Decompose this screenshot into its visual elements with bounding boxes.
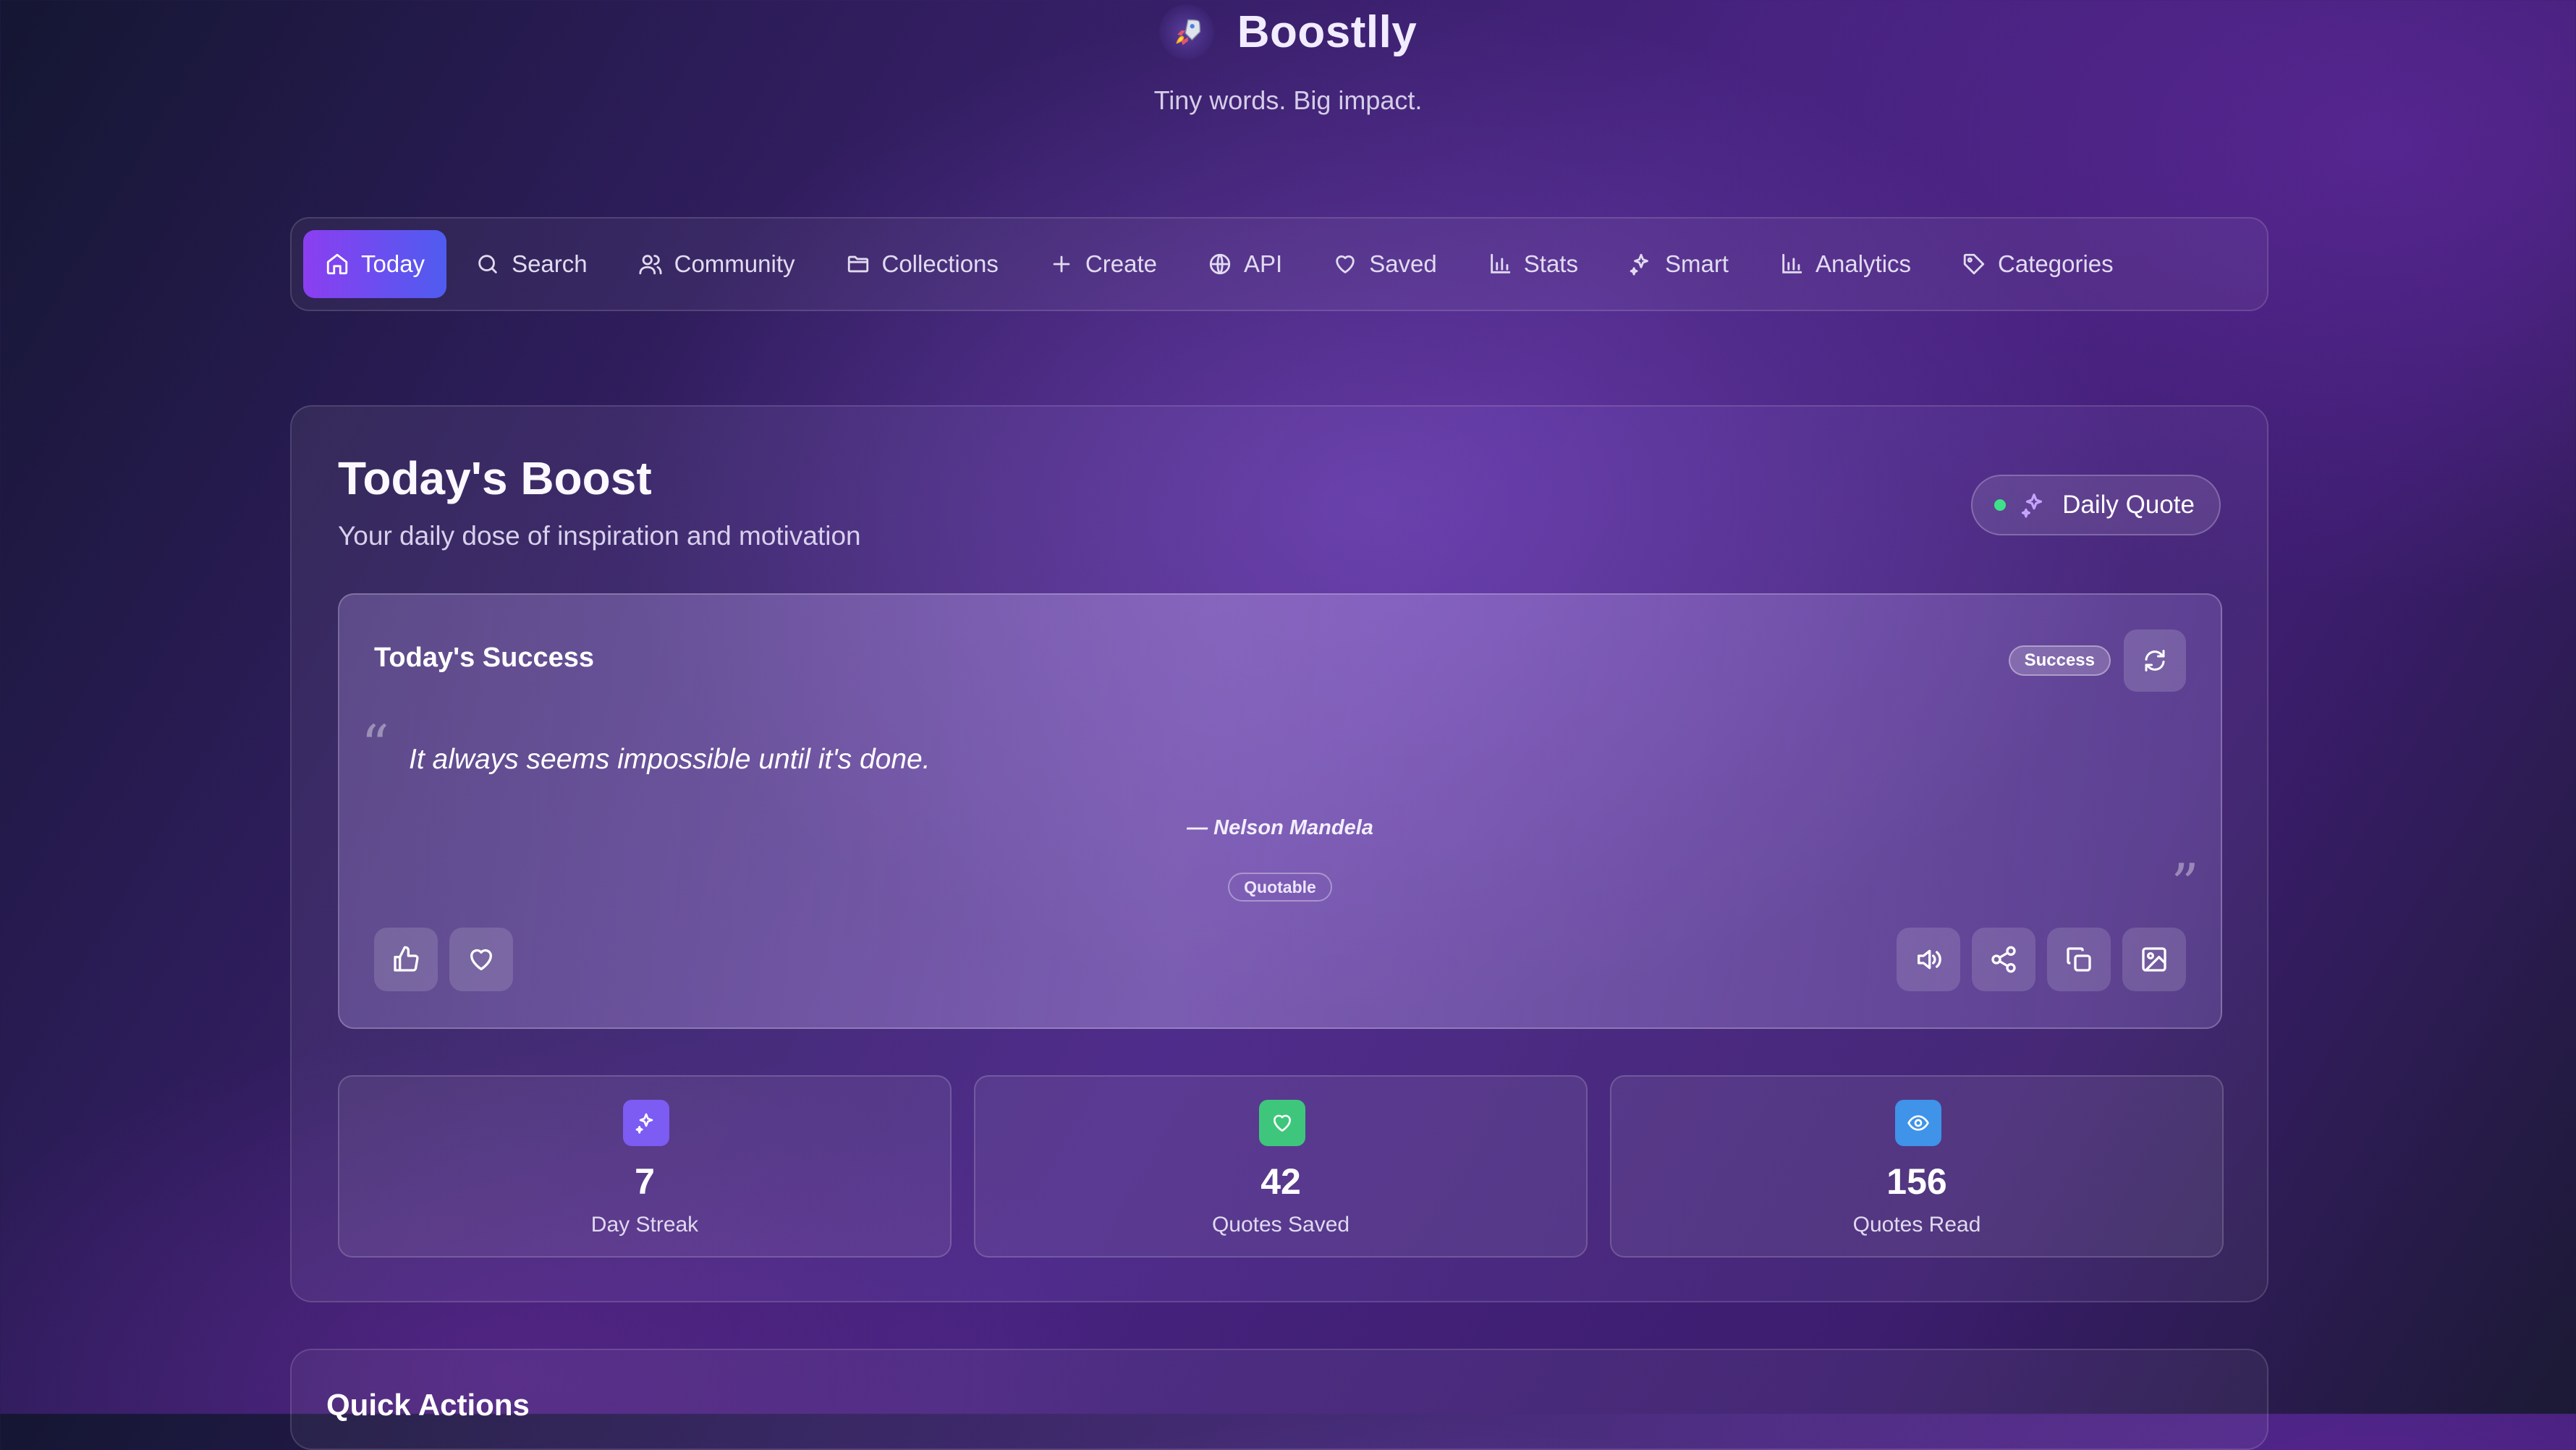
stat-value: 156: [1886, 1161, 1947, 1202]
main-nav: Today Search Community Collections Creat…: [290, 217, 2268, 311]
heart-icon: [470, 949, 492, 970]
stat-day-streak: 7 Day Streak: [338, 1075, 952, 1258]
quick-actions-title: Quick Actions: [326, 1388, 530, 1422]
tab-label: Smart: [1664, 250, 1729, 277]
stat-quotes-saved: 42 Quotes Saved: [974, 1075, 1588, 1258]
volume-icon: [1918, 949, 1941, 970]
home-icon: [326, 253, 348, 275]
quote-author: — Nelson Mandela: [1187, 816, 1373, 839]
plus-icon: [1053, 255, 1070, 273]
open-quote-mark: “: [361, 713, 389, 777]
like-button[interactable]: [374, 928, 438, 991]
tab-label: Community: [674, 250, 795, 277]
image-icon: [2142, 947, 2166, 972]
tab-stats[interactable]: Stats: [1466, 230, 1600, 298]
tab-label: Categories: [1998, 250, 2114, 277]
app-name: Boostlly: [1237, 7, 1418, 57]
tab-api[interactable]: API: [1186, 230, 1304, 298]
bar-chart-icon: [1491, 253, 1510, 274]
sparkles-icon: [2022, 493, 2043, 518]
search-icon: [478, 255, 497, 274]
status-dot: [1994, 499, 2007, 511]
tab-categories[interactable]: Categories: [1940, 230, 2135, 298]
tab-search[interactable]: Search: [454, 230, 609, 298]
app-header: Boostlly Tiny words. Big impact.: [0, 0, 2576, 145]
section-subtitle: Your daily dose of inspiration and motiv…: [338, 521, 861, 551]
quote-source-wrap: Quotable: [339, 873, 2221, 902]
copy-icon: [2067, 947, 2091, 972]
refresh-icon: [2145, 650, 2165, 671]
sparkles-icon: [623, 1100, 669, 1146]
tab-label: Collections: [881, 250, 999, 277]
share-button[interactable]: [1972, 928, 2035, 991]
category-badge: Success: [2008, 645, 2111, 676]
stat-label: Day Streak: [590, 1213, 699, 1237]
quote-text: It always seems impossible until it's do…: [409, 744, 931, 775]
users-icon: [639, 255, 662, 275]
quote-card-title: Today's Success: [374, 643, 595, 673]
quote-card: Today's Success Success “ ” It always se…: [338, 593, 2222, 1029]
tab-analytics[interactable]: Analytics: [1758, 230, 1933, 298]
copy-button[interactable]: [2047, 928, 2111, 991]
tab-create[interactable]: Create: [1028, 230, 1179, 298]
daily-quote-badge[interactable]: Daily Quote: [1971, 475, 2221, 535]
refresh-button[interactable]: [2124, 629, 2186, 692]
rocket-icon: [1158, 4, 1214, 59]
stat-label: Quotes Saved: [1211, 1213, 1350, 1237]
todays-boost-section: Today's Boost Your daily dose of inspira…: [290, 405, 2268, 1302]
tab-saved[interactable]: Saved: [1311, 230, 1459, 298]
share-icon: [1991, 946, 2016, 973]
quick-actions-section: Quick Actions: [290, 1349, 2268, 1450]
stat-quotes-read: 156 Quotes Read: [1610, 1075, 2224, 1258]
stat-label: Quotes Read: [1852, 1213, 1981, 1237]
tab-smart[interactable]: Smart: [1607, 230, 1750, 298]
tab-label: Analytics: [1815, 250, 1912, 277]
eye-icon: [1895, 1100, 1941, 1146]
tab-community[interactable]: Community: [617, 230, 817, 298]
tab-label: Search: [512, 250, 588, 277]
stat-value: 7: [635, 1161, 655, 1202]
section-title: Today's Boost: [338, 452, 652, 504]
favorite-button[interactable]: [449, 928, 513, 991]
app-tagline: Tiny words. Big impact.: [1153, 85, 1423, 115]
tab-collections[interactable]: Collections: [824, 230, 1020, 298]
bar-chart-icon: [1782, 253, 1802, 274]
thumbs-up-icon: [394, 946, 419, 972]
stat-value: 42: [1261, 1161, 1301, 1202]
brand: Boostlly: [0, 4, 2576, 59]
folder-icon: [847, 255, 868, 273]
tab-label: Create: [1085, 250, 1157, 277]
daily-quote-label: Daily Quote: [2062, 491, 2195, 519]
sparkles-icon: [1630, 253, 1648, 276]
globe-icon: [1209, 253, 1231, 275]
heart-icon: [1336, 255, 1355, 274]
tab-label: Saved: [1369, 250, 1437, 277]
speak-button[interactable]: [1897, 928, 1960, 991]
tab-today[interactable]: Today: [303, 230, 447, 298]
quote-source-tag: Quotable: [1228, 873, 1332, 902]
tab-label: API: [1243, 250, 1283, 277]
tag-icon: [1963, 253, 1985, 275]
image-button[interactable]: [2122, 928, 2186, 991]
tab-label: Today: [361, 250, 425, 277]
heart-icon: [1259, 1100, 1305, 1146]
tab-label: Stats: [1523, 250, 1578, 277]
